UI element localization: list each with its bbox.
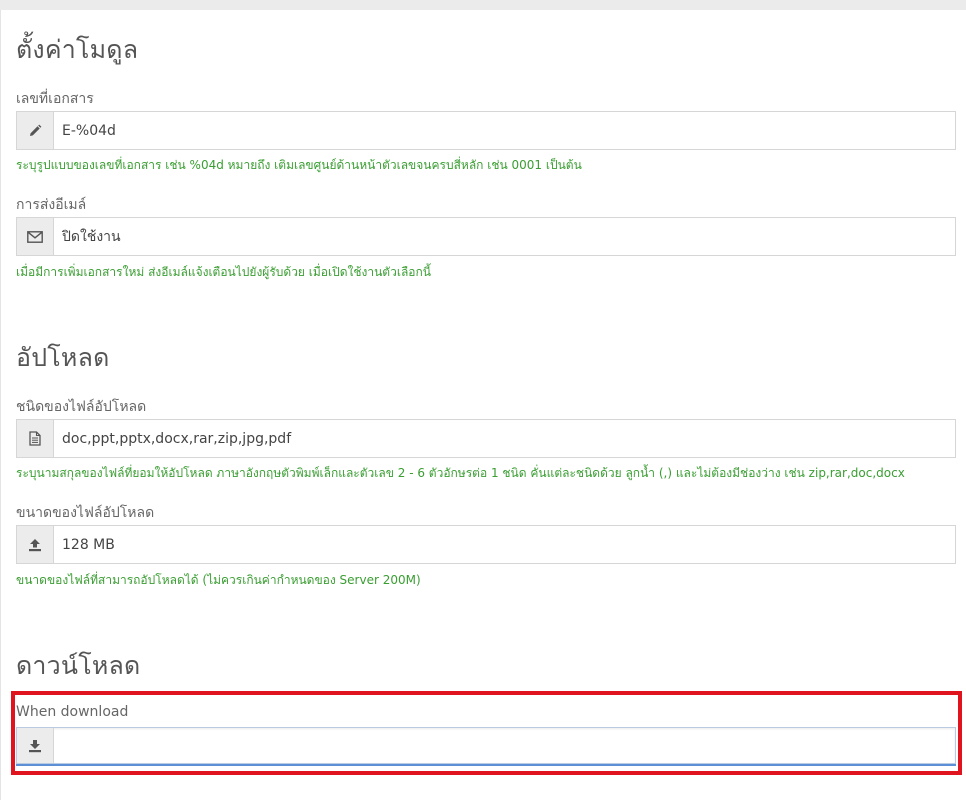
email-hint: เมื่อมีการเพิ่มเอกสารใหม่ ส่งอีเมล์แจ้งเ… xyxy=(16,265,431,279)
upload-icon xyxy=(17,526,54,563)
section-title-download: ดาวน์โหลด xyxy=(16,651,141,680)
file-size-label: ขนาดของไฟล์อัปโหลด xyxy=(16,505,155,521)
file-size-hint: ขนาดของไฟล์ที่สามารถอัปโหลดได้ (ไม่ควรเก… xyxy=(16,573,421,587)
file-types-hint: ระบุนามสกุลของไฟล์ที่ยอมให้อัปโหลด ภาษาอ… xyxy=(16,466,905,480)
email-select[interactable]: ปิดใช้งาน xyxy=(16,217,956,256)
doc-number-field[interactable]: E-%04d xyxy=(16,111,956,150)
file-types-label: ชนิดของไฟล์อัปโหลด xyxy=(16,399,147,415)
doc-number-input[interactable]: E-%04d xyxy=(54,112,955,149)
email-select-value[interactable]: ปิดใช้งาน xyxy=(54,218,955,255)
doc-number-hint: ระบุรูปแบบของเลขที่เอกสาร เช่น %04d หมาย… xyxy=(16,158,582,172)
email-label: การส่งอีเมล์ xyxy=(16,197,87,213)
file-icon xyxy=(17,420,54,457)
section-title-upload: อัปโหลด xyxy=(16,343,110,372)
file-size-select[interactable]: 128 MB xyxy=(16,525,956,564)
highlight-box xyxy=(11,691,962,775)
pencil-icon xyxy=(17,112,54,149)
file-size-select-value[interactable]: 128 MB xyxy=(54,526,955,563)
section-title-module-settings: ตั้งค่าโมดูล xyxy=(16,35,139,64)
envelope-icon xyxy=(17,218,54,255)
file-types-input[interactable]: doc,ppt,pptx,docx,rar,zip,jpg,pdf xyxy=(54,420,955,457)
doc-number-label: เลขที่เอกสาร xyxy=(16,91,94,107)
file-types-field[interactable]: doc,ppt,pptx,docx,rar,zip,jpg,pdf xyxy=(16,419,956,458)
